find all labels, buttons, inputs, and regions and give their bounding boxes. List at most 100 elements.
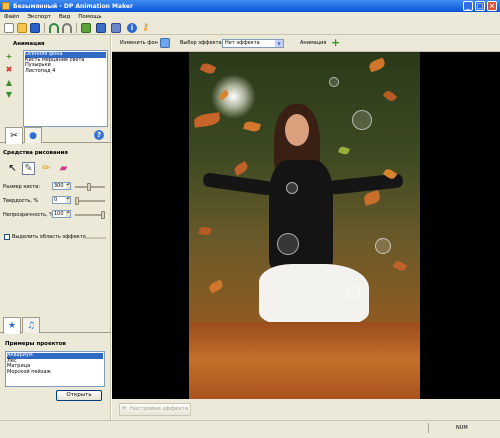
open-button[interactable]: Открыть (56, 390, 102, 401)
hardness-slider[interactable] (75, 197, 105, 205)
examples-label: Примеры проектов (5, 341, 66, 347)
effect-select[interactable]: Нет эффекта ▼ (222, 39, 284, 48)
leaf (198, 226, 212, 236)
list-item[interactable]: Листопад 4 (25, 68, 106, 75)
add-animation-icon[interactable]: + (331, 36, 340, 49)
hardness-input[interactable]: 0 ▴▾ (52, 196, 71, 204)
examples-list[interactable]: Аквариум Лес Матрица Морской пейзаж (5, 351, 105, 387)
menu-bar: Файл Экспорт Вид Помощь (0, 12, 500, 21)
move-up-icon[interactable]: ▲ (4, 79, 14, 87)
effect-settings-label: Настройки эффекта (129, 406, 189, 412)
animation-label: Анимация (13, 41, 45, 47)
status-bar: NUM (0, 420, 500, 438)
photo (189, 52, 420, 399)
brush-size-slider[interactable] (75, 183, 105, 191)
info-icon[interactable]: i (127, 23, 137, 33)
hardness-value: 0 (54, 197, 58, 203)
eraser-tool-icon[interactable]: ▰ (57, 162, 70, 175)
key-icon[interactable]: ⚷ (142, 23, 152, 33)
left-panel: Анимация + ✖ ▲ ▼ Осенняя фона Кисть мерц… (0, 35, 111, 420)
save-icon[interactable] (30, 23, 40, 33)
film-icon[interactable] (111, 23, 121, 33)
tab-globe[interactable]: ● (24, 127, 42, 143)
move-down-icon[interactable]: ▼ (4, 91, 14, 99)
export-icon[interactable] (96, 23, 106, 33)
maximize-button[interactable]: □ (475, 1, 485, 11)
effect-settings-button[interactable]: ⚒ Настройки эффекта (119, 403, 191, 416)
leaf (243, 120, 261, 133)
highlight-checkbox[interactable] (4, 234, 10, 240)
bubble (375, 238, 391, 254)
opacity-value: 100 (54, 211, 64, 217)
drawing-tools-label: Средства рисования (3, 150, 68, 156)
title-bar: Безымянный - DP Animation Maker _ □ × (0, 0, 500, 12)
leaf (193, 112, 221, 128)
leaf (382, 89, 398, 103)
leaf (232, 161, 250, 176)
bubble (352, 110, 372, 130)
effect-select-value: Нет эффекта (225, 40, 260, 46)
spin-arrows[interactable]: ▴▾ (66, 211, 70, 217)
music-icon: ♫ (26, 320, 36, 331)
chevron-down-icon[interactable]: ▼ (275, 40, 283, 47)
scissors-icon: ✂ (10, 131, 18, 141)
settings-icon[interactable] (81, 23, 91, 33)
brush-tool-icon[interactable]: ✎ (22, 162, 35, 175)
highlight-label: Выделить область эффекта (12, 234, 86, 240)
minimize-button[interactable]: _ (463, 1, 473, 11)
add-icon[interactable]: + (4, 53, 14, 61)
redo-icon[interactable] (62, 23, 72, 33)
tab-brush[interactable]: ✂ (5, 127, 23, 144)
bubble (277, 233, 299, 255)
leaf (199, 61, 217, 76)
highlight-slider[interactable] (84, 237, 106, 239)
spin-arrows[interactable]: ▴▾ (66, 197, 70, 203)
woman-body (269, 160, 333, 270)
hardness-label: Твердость, % (3, 198, 39, 204)
open-icon[interactable] (17, 23, 27, 33)
brush-size-label: Размер кисти: (3, 184, 41, 190)
slider-thumb[interactable] (101, 211, 105, 219)
opacity-label: Непрозрачность, % (3, 212, 55, 218)
delete-icon[interactable]: ✖ (4, 66, 14, 74)
menu-export[interactable]: Экспорт (27, 14, 51, 20)
slider-thumb[interactable] (75, 197, 79, 205)
canvas[interactable] (112, 52, 500, 399)
leaf (367, 57, 387, 73)
leaf (338, 145, 350, 156)
effect-choice-label: Выбор эффекта (180, 40, 222, 46)
animation-list[interactable]: Осенняя фона Кисть мерцание света Пузырь… (23, 50, 108, 127)
woman-arm-left (202, 172, 274, 196)
toolbar-separator (44, 23, 45, 33)
spin-arrows[interactable]: ▴▾ (66, 183, 70, 189)
window-title: Безымянный - DP Animation Maker (13, 2, 133, 10)
leaf (392, 259, 408, 273)
undo-icon[interactable] (49, 23, 59, 33)
slider-thumb[interactable] (87, 183, 91, 191)
tab-music[interactable]: ♫ (22, 317, 40, 333)
menu-view[interactable]: Вид (59, 14, 70, 20)
library-tabs: ★ ♫ (0, 317, 111, 334)
opacity-slider[interactable] (75, 211, 105, 219)
effect-toolbar: Изменить фон Выбор эффекта Нет эффекта ▼… (112, 35, 500, 52)
help-icon[interactable]: ? (94, 130, 104, 140)
opacity-input[interactable]: 100 ▴▾ (52, 210, 71, 218)
animation-add-label: Анимация (300, 40, 327, 46)
pencil-tool-icon[interactable]: ✏ (40, 162, 53, 175)
menu-file[interactable]: Файл (4, 14, 19, 20)
globe-icon: ● (29, 130, 37, 141)
tab-favorites[interactable]: ★ (3, 317, 21, 334)
new-icon[interactable] (4, 23, 14, 33)
close-button[interactable]: × (487, 1, 497, 11)
app-icon (2, 2, 10, 10)
change-background-icon[interactable] (160, 38, 170, 48)
list-item[interactable]: Морской пейзаж (7, 369, 103, 376)
menu-help[interactable]: Помощь (78, 14, 101, 20)
num-lock-indicator: NUM (456, 425, 468, 431)
brush-size-input[interactable]: 300 ▴▾ (52, 182, 71, 190)
wrench-icon: ⚒ (121, 406, 127, 412)
leaf (362, 190, 382, 206)
toolbar-separator (76, 23, 77, 33)
bubble (286, 182, 298, 194)
pointer-tool-icon[interactable]: ↖ (6, 162, 19, 175)
